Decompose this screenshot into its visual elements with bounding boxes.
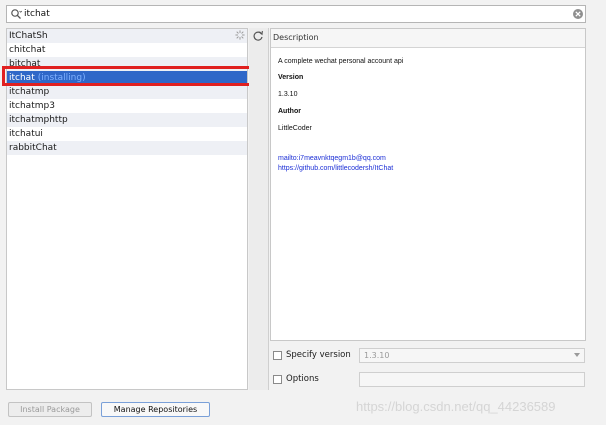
description-header: Description xyxy=(271,29,585,48)
package-name: itchatui xyxy=(9,129,43,139)
options-label: Options xyxy=(286,374,319,384)
author-value: LittleCoder xyxy=(278,125,312,132)
list-item[interactable]: itchatui xyxy=(7,127,247,141)
clear-search-icon[interactable] xyxy=(572,8,584,20)
install-status: (installing) xyxy=(37,73,86,83)
version-select[interactable]: 1.3.10 xyxy=(359,348,585,363)
homepage-link[interactable]: https://github.com/littlecodersh/ItChat xyxy=(278,165,393,172)
specify-version-checkbox[interactable] xyxy=(273,351,282,360)
list-toolbar xyxy=(249,28,269,390)
chevron-down-icon[interactable] xyxy=(574,353,580,357)
description-title: Description xyxy=(273,33,319,42)
package-name: itchatmp3 xyxy=(9,101,55,111)
watermark-text: https://blog.csdn.net/qq_44236589 xyxy=(356,399,556,414)
search-input[interactable] xyxy=(24,6,564,22)
list-item[interactable]: bitchat xyxy=(7,57,247,71)
list-item[interactable]: itchatmphttp xyxy=(7,113,247,127)
install-package-button[interactable]: Install Package xyxy=(8,402,92,417)
description-panel: Description A complete wechat personal a… xyxy=(270,28,586,341)
package-list: ItChatSh chitchat bitchat itchat (install… xyxy=(6,28,248,390)
package-name: itchatmphttp xyxy=(9,115,68,125)
author-label: Author xyxy=(278,108,301,115)
version-label: Version xyxy=(278,74,304,81)
list-item-selected[interactable]: itchat (installing) xyxy=(7,71,247,85)
package-name: itchatmp xyxy=(9,87,50,97)
list-item[interactable]: itchatmp xyxy=(7,85,247,99)
package-name: ItChatSh xyxy=(9,31,48,41)
list-item[interactable]: itchatmp3 xyxy=(7,99,247,113)
package-name: rabbitChat xyxy=(9,143,57,153)
list-item[interactable]: chitchat xyxy=(7,43,247,57)
version-value: 1.3.10 xyxy=(278,91,298,98)
package-name: itchat xyxy=(9,73,35,83)
search-bar xyxy=(6,5,586,23)
specify-version-label: Specify version xyxy=(286,350,351,360)
package-name: bitchat xyxy=(9,59,41,69)
options-checkbox[interactable] xyxy=(273,375,282,384)
package-summary: A complete wechat personal account api xyxy=(278,58,404,65)
package-name: chitchat xyxy=(9,45,46,55)
manage-repositories-button[interactable]: Manage Repositories xyxy=(101,402,210,417)
list-item[interactable]: rabbitChat xyxy=(7,141,247,155)
options-input[interactable] xyxy=(359,372,585,387)
version-select-value: 1.3.10 xyxy=(364,351,390,360)
search-icon[interactable] xyxy=(10,8,22,20)
refresh-icon[interactable] xyxy=(252,30,264,42)
email-link[interactable]: mailto:i7meavnktqegm1b@qq.com xyxy=(278,155,386,162)
list-item[interactable]: ItChatSh xyxy=(7,29,247,43)
loading-spinner-icon xyxy=(235,30,245,40)
